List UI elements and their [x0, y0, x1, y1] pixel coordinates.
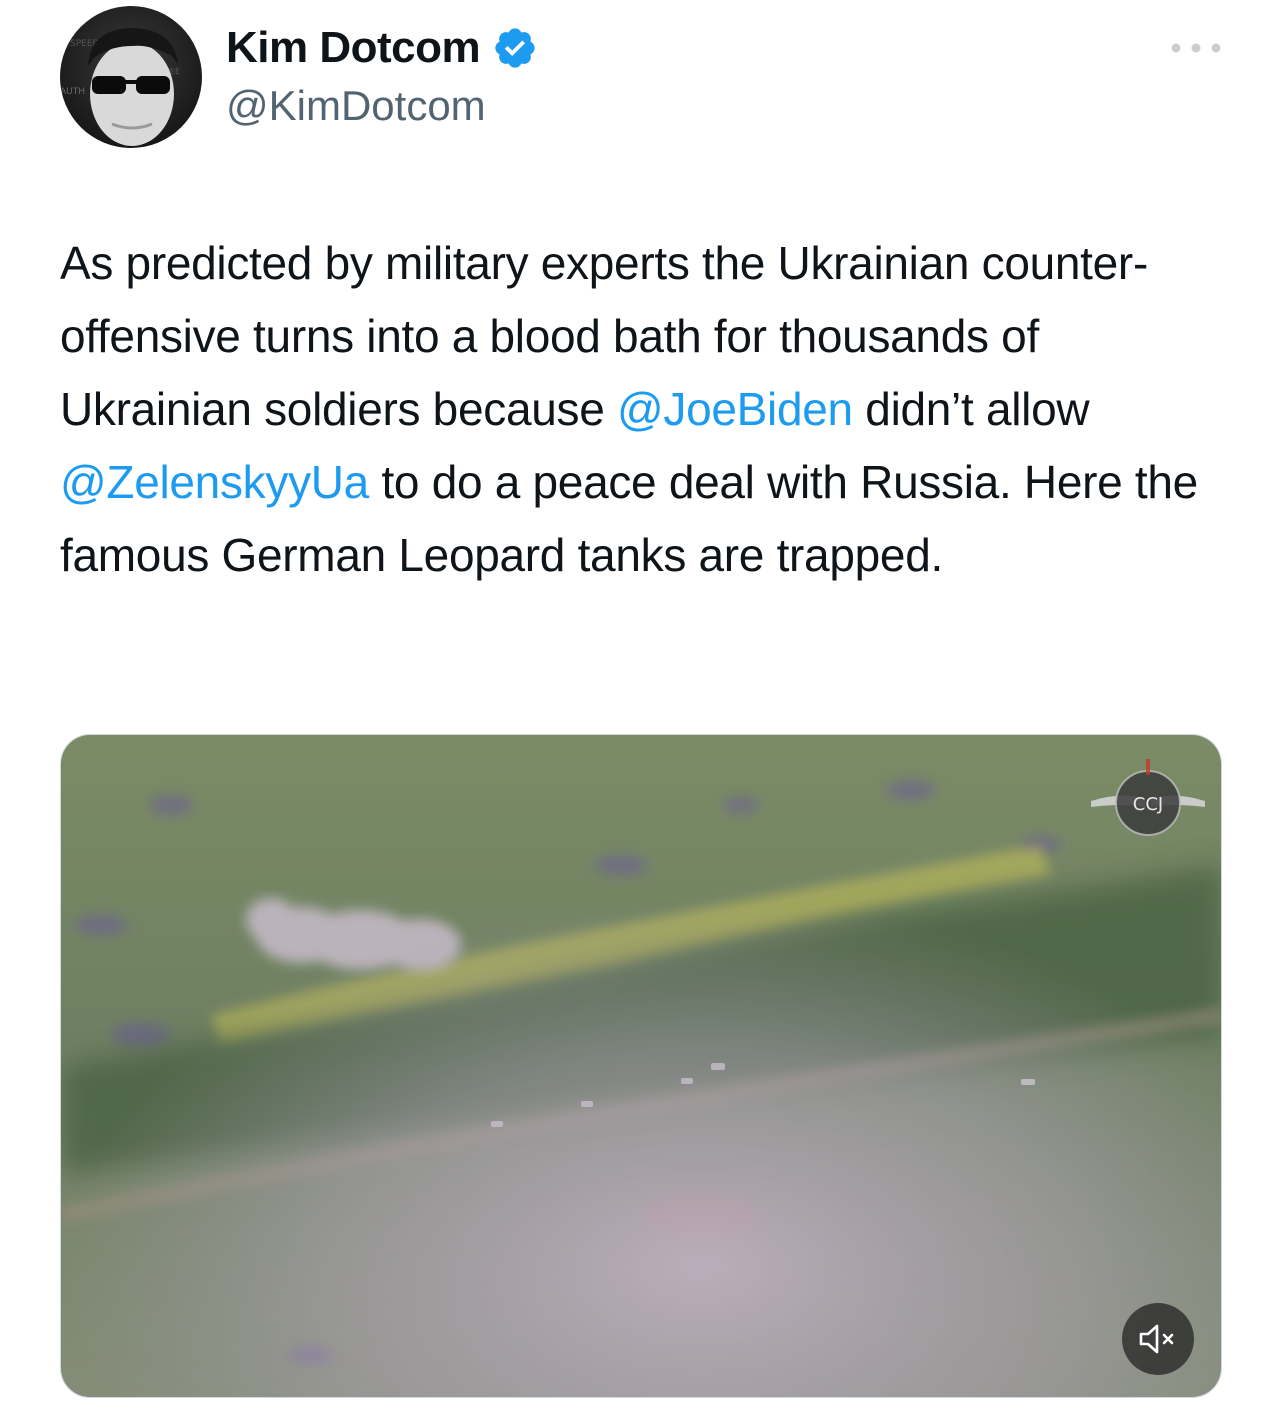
- avatar-image: SPEED AUTH SPEE: [60, 6, 202, 148]
- more-options-button[interactable]: [1168, 36, 1224, 60]
- channel-logo-text: CCJ: [1133, 794, 1163, 815]
- avatar[interactable]: SPEED AUTH SPEE: [60, 6, 202, 148]
- video-player[interactable]: CCJ: [60, 734, 1222, 1398]
- speaker-muted-icon: [1139, 1324, 1174, 1354]
- tweet-text: As predicted by military experts the Ukr…: [60, 227, 1230, 592]
- author-handle[interactable]: @KimDotcom: [226, 82, 486, 130]
- mute-toggle-button[interactable]: [1122, 1303, 1194, 1375]
- mention-zelenskyyua-link[interactable]: @ZelenskyyUa: [60, 456, 369, 508]
- more-dots-icon: [1171, 43, 1221, 53]
- verified-badge-icon: [492, 25, 538, 71]
- author-name-row: Kim Dotcom: [226, 20, 538, 76]
- video-frame: [61, 735, 1221, 1397]
- svg-text:AUTH: AUTH: [60, 87, 85, 97]
- mention-joebiden-link[interactable]: @JoeBiden: [617, 383, 853, 435]
- tweet-text-part: didn’t allow: [852, 383, 1090, 435]
- author-display-name[interactable]: Kim Dotcom: [226, 23, 481, 73]
- channel-logo-icon: CCJ: [1091, 759, 1205, 836]
